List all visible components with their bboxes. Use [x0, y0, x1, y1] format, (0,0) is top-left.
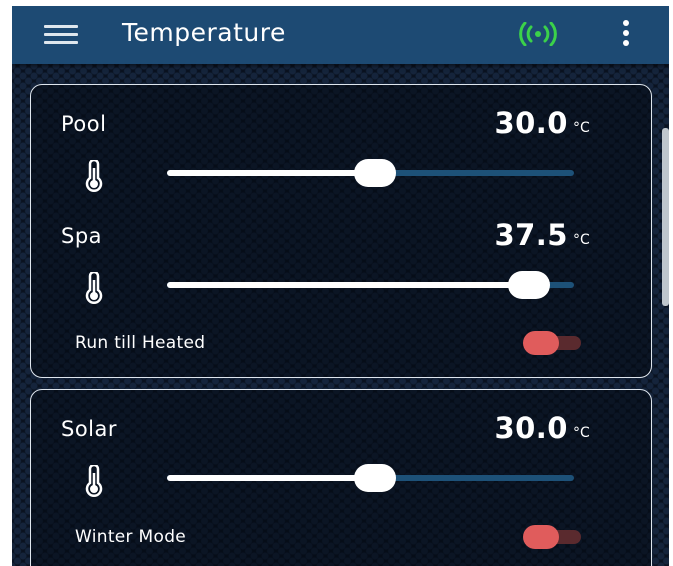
solar-temperature-unit: °C: [573, 425, 590, 441]
thermometer-icon: [85, 160, 103, 192]
run-till-heated-toggle[interactable]: [523, 331, 583, 355]
toggle-thumb: [523, 331, 559, 355]
slider-fill: [167, 475, 375, 481]
winter-mode-toggle[interactable]: [523, 525, 583, 549]
app-screen: Temperature Pool 30.0 °C Spa 37.5 °C Run…: [12, 6, 669, 566]
scrollbar[interactable]: [662, 128, 669, 306]
thermometer-icon: [85, 465, 103, 497]
solar-card: Solar 30.0 °C Winter Mode: [30, 389, 652, 566]
pool-temperature-unit: °C: [573, 120, 590, 136]
slider-thumb[interactable]: [353, 464, 396, 492]
spa-temperature-unit: °C: [573, 232, 590, 248]
solar-label: Solar: [61, 417, 118, 441]
winter-mode-label: Winter Mode: [75, 527, 187, 547]
heater-card: Pool 30.0 °C Spa 37.5 °C Run till Heated: [30, 84, 652, 378]
pool-label: Pool: [61, 112, 107, 136]
solar-temperature-slider[interactable]: [167, 463, 574, 493]
pool-temperature-slider[interactable]: [167, 158, 574, 188]
slider-fill: [167, 170, 375, 176]
wireless-signal-icon: [519, 22, 557, 46]
app-bar: Temperature: [12, 6, 669, 64]
run-till-heated-label: Run till Heated: [75, 333, 206, 353]
slider-fill: [167, 282, 530, 288]
spa-temperature-value: 37.5: [494, 218, 568, 252]
more-vertical-icon[interactable]: [620, 20, 632, 48]
slider-thumb[interactable]: [508, 271, 551, 299]
spa-temperature-slider[interactable]: [167, 270, 574, 300]
pool-temperature-value: 30.0: [494, 106, 568, 140]
solar-temperature-value: 30.0: [494, 411, 568, 445]
slider-thumb[interactable]: [353, 159, 396, 187]
hamburger-menu-icon[interactable]: [44, 25, 78, 45]
spa-label: Spa: [61, 224, 103, 248]
page-title: Temperature: [122, 18, 286, 47]
thermometer-icon: [85, 272, 103, 304]
toggle-thumb: [523, 525, 559, 549]
